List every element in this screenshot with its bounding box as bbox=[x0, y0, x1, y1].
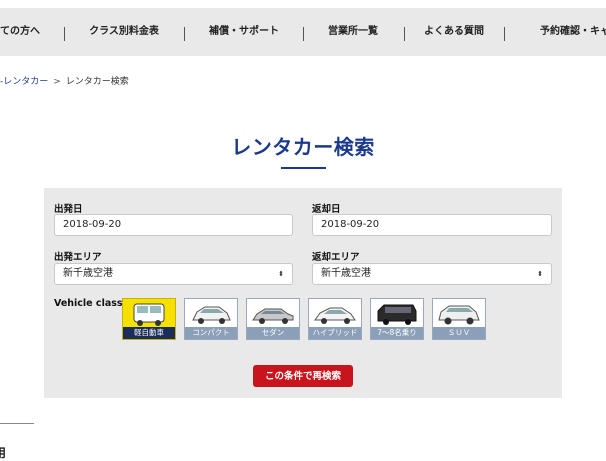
nav-separator bbox=[184, 27, 185, 41]
vehicle-class-label-text: 軽自動車 bbox=[123, 327, 175, 339]
compact-car-icon bbox=[192, 306, 231, 324]
nav-item-reservation-check[interactable]: 予約確認・キャ bbox=[540, 8, 606, 56]
search-again-button[interactable]: この条件で再検索 bbox=[253, 365, 353, 387]
nav-item-class-price[interactable]: クラス別料金表 bbox=[74, 8, 174, 56]
return-date-label: 返却日 bbox=[312, 204, 341, 215]
minivan-icon bbox=[377, 304, 417, 325]
nav-separator bbox=[504, 27, 505, 41]
nav-item-offices[interactable]: 営業所一覧 bbox=[313, 8, 393, 56]
nav-separator bbox=[303, 27, 304, 41]
departure-date-label: 出発日 bbox=[54, 204, 83, 215]
vehicle-class-label-text: セダン bbox=[247, 327, 299, 339]
vehicle-class-minivan[interactable]: 7〜8名乗り bbox=[370, 298, 424, 340]
select-arrows-icon: ⬍ bbox=[278, 270, 284, 278]
vehicle-class-label-text: 7〜8名乗り bbox=[371, 327, 423, 339]
top-navigation: ての方へ クラス別料金表 補償・サポート 営業所一覧 よくある質問 予約確認・キ… bbox=[0, 8, 606, 56]
breadcrumb-current: レンタカー検索 bbox=[65, 77, 129, 87]
departure-area-value: 新千歳空港 bbox=[63, 268, 113, 279]
search-panel: 出発日 2018-09-20 返却日 2018-09-20 出発エリア 新千歳空… bbox=[44, 188, 562, 398]
title-underline bbox=[281, 167, 326, 169]
suv-icon bbox=[438, 305, 480, 325]
return-area-select[interactable]: 新千歳空港 ⬍ bbox=[312, 263, 552, 285]
page-title: レンタカー検索 bbox=[231, 135, 375, 159]
section-heading-partial: 用 bbox=[0, 446, 7, 460]
sedan-car-icon bbox=[252, 308, 294, 324]
departure-area-label: 出発エリア bbox=[54, 252, 102, 263]
hybrid-car-icon bbox=[314, 307, 356, 324]
vehicle-class-label-text: ハイブリッド bbox=[309, 327, 361, 339]
vehicle-class-suv[interactable]: ＳＵＶ bbox=[432, 298, 486, 340]
nav-separator bbox=[404, 27, 405, 41]
section-divider bbox=[0, 423, 34, 424]
return-area-value: 新千歳空港 bbox=[321, 268, 371, 279]
vehicle-class-hybrid[interactable]: ハイブリッド bbox=[308, 298, 362, 340]
return-area-label: 返却エリア bbox=[312, 252, 360, 263]
breadcrumb-parent-link[interactable]: -レンタカー bbox=[0, 77, 48, 87]
departure-date-field[interactable]: 2018-09-20 bbox=[54, 214, 293, 236]
vehicle-class-label-text: ＳＵＶ bbox=[433, 327, 485, 339]
return-date-field[interactable]: 2018-09-20 bbox=[312, 214, 552, 236]
departure-area-select[interactable]: 新千歳空港 ⬍ bbox=[54, 263, 293, 285]
vehicle-class-sedan[interactable]: セダン bbox=[246, 298, 300, 340]
nav-item-faq[interactable]: よくある質問 bbox=[414, 8, 494, 56]
kei-car-icon bbox=[133, 303, 165, 326]
breadcrumb: -レンタカー > レンタカー検索 bbox=[0, 74, 129, 87]
nav-item-support[interactable]: 補償・サポート bbox=[194, 8, 294, 56]
vehicle-class-kei[interactable]: 軽自動車 bbox=[122, 298, 176, 340]
breadcrumb-separator: > bbox=[53, 77, 61, 87]
vehicle-class-compact[interactable]: コンパクト bbox=[184, 298, 238, 340]
vehicle-class-label: Vehicle class bbox=[54, 298, 123, 309]
nav-item-first-time[interactable]: ての方へ bbox=[0, 8, 42, 56]
nav-separator bbox=[64, 27, 65, 41]
vehicle-class-label-text: コンパクト bbox=[185, 327, 237, 339]
select-arrows-icon: ⬍ bbox=[537, 270, 543, 278]
